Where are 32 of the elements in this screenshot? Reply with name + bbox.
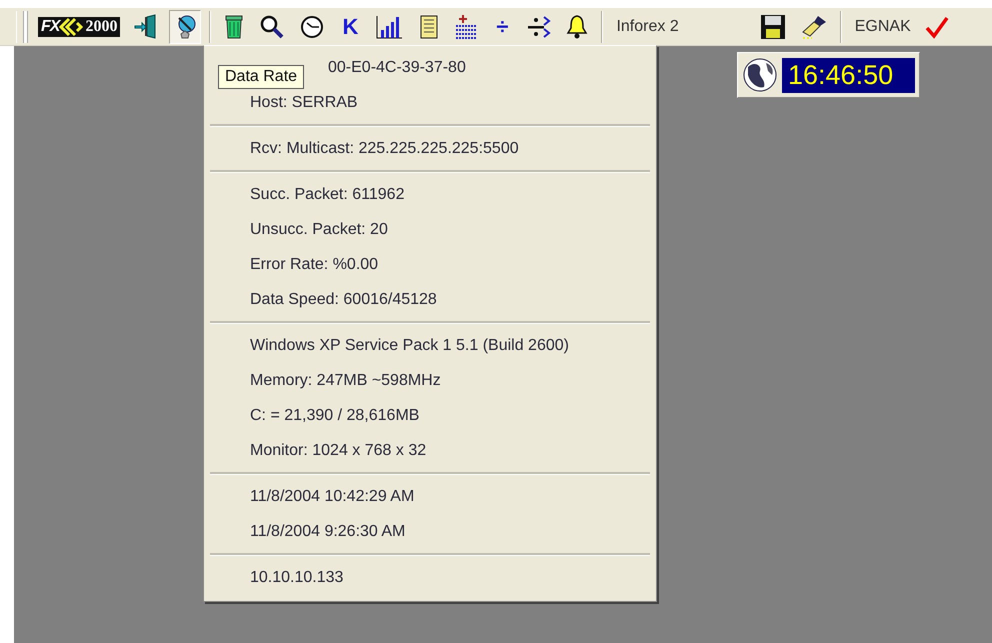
menu-item[interactable]: Rcv: Multicast: 225.225.225.225:5500 <box>250 140 519 157</box>
menu-item[interactable]: 11/8/2004 9:26:30 AM <box>250 523 406 540</box>
paintbrush-icon <box>800 14 828 40</box>
grid-plus-icon <box>455 14 478 40</box>
trash-can-icon <box>223 14 246 40</box>
menu-item[interactable]: Host: SERRAB <box>250 94 358 111</box>
menu-item[interactable]: Windows XP Service Pack 1 5.1 (Build 2600) <box>250 337 569 354</box>
menu-item[interactable]: Unsucc. Packet: 20 <box>250 221 388 238</box>
divide-arrows-icon <box>527 14 552 40</box>
toolbar-label[interactable]: EGNAK <box>846 18 919 36</box>
menu-item[interactable]: C: = 21,390 / 28,616MB <box>250 407 420 424</box>
menu-item[interactable]: Memory: 247MB ~598MHz <box>250 372 441 389</box>
toolbar-label[interactable]: Inforex 2 <box>608 18 687 36</box>
chevron-icon <box>59 16 86 36</box>
menu-item[interactable]: 00-E0-4C-39-37-80 <box>328 59 466 76</box>
menu-item[interactable]: Monitor: 1024 x 768 x 32 <box>250 442 426 459</box>
menu-item[interactable]: Data Speed: 60016/45128 <box>250 291 437 308</box>
toolbar-button[interactable]: ÷ <box>487 10 518 44</box>
clock-time: 16:46:50 <box>782 58 915 92</box>
globe-icon <box>742 57 778 93</box>
bar-chart-icon <box>375 14 404 40</box>
menu-item[interactable]: Error Rate: %0.00 <box>250 256 378 273</box>
menu-item[interactable]: 10.10.10.133 <box>250 569 344 586</box>
menu-item[interactable]: 11/8/2004 10:42:29 AM <box>250 488 414 505</box>
toolbar-button[interactable]: K <box>335 10 366 44</box>
clock-icon <box>299 14 326 40</box>
bell-icon <box>565 14 590 40</box>
save-icon <box>760 14 786 40</box>
app-logo: FX 2000 <box>38 16 120 36</box>
menu-item[interactable]: Succ. Packet: 611962 <box>250 186 404 203</box>
tooltip: Data Rate <box>218 65 304 89</box>
search-icon <box>259 14 286 40</box>
